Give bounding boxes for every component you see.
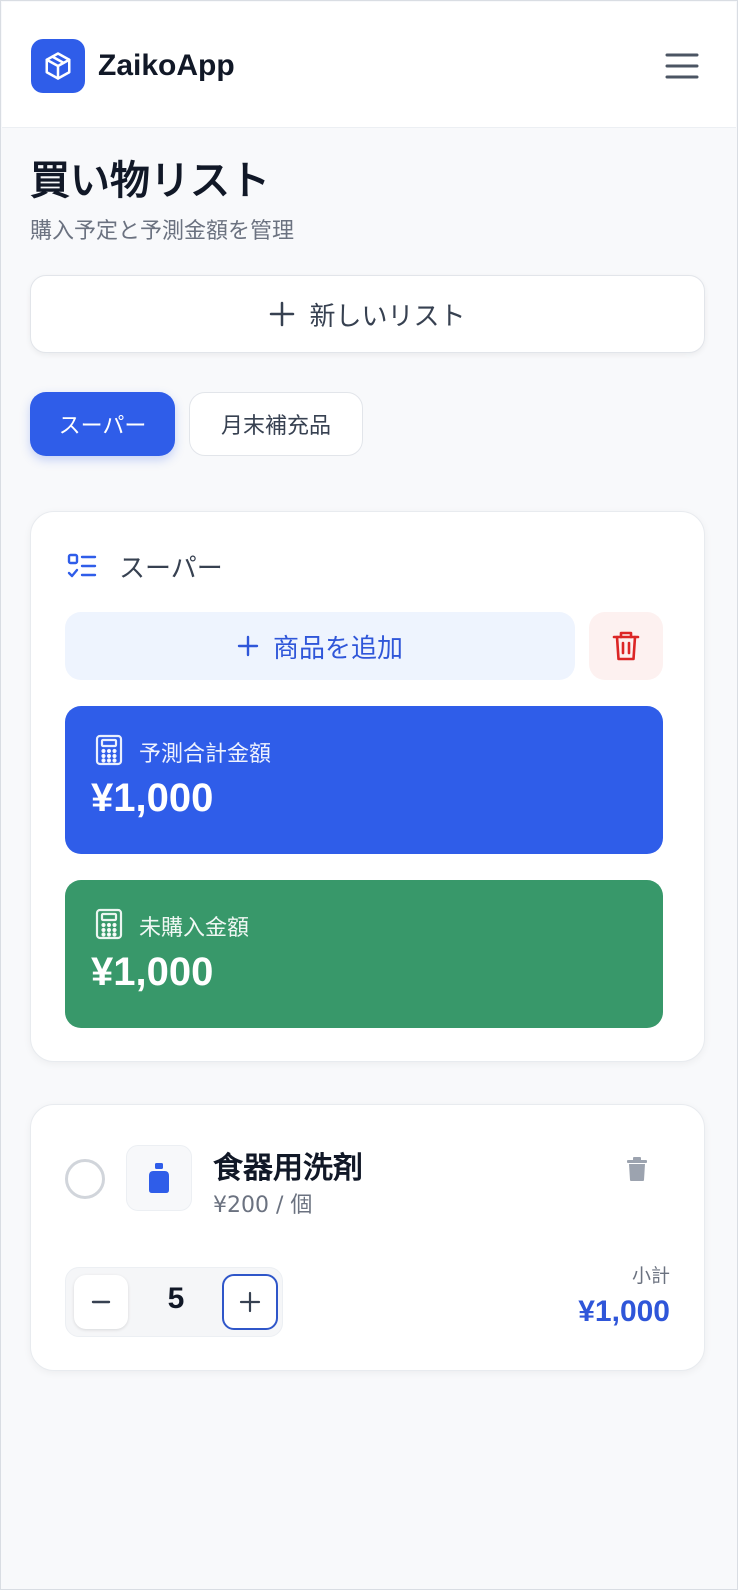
trash-icon xyxy=(627,1157,647,1181)
quantity-stepper: 5 xyxy=(65,1267,283,1337)
list-item: 食器用洗剤 ¥200 / 個 5 小計 ¥1,000 xyxy=(30,1104,705,1371)
add-item-button[interactable]: 商品を追加 xyxy=(65,612,575,680)
predicted-total-value: ¥1,000 xyxy=(91,776,214,820)
plus-icon xyxy=(270,301,295,327)
box-icon xyxy=(45,52,71,80)
tab-monthly-restock[interactable]: 月末補充品 xyxy=(189,392,363,456)
unpurchased-total-value: ¥1,000 xyxy=(91,950,214,994)
predicted-total-card: 予測合計金額 ¥1,000 xyxy=(65,706,663,854)
hamburger-menu-icon xyxy=(665,53,699,79)
app-frame: ZaikoApp 買い物リスト 購入予定と予測金額を管理 新しいリスト スーパー… xyxy=(0,0,738,1590)
item-unit-price: ¥200 / 個 xyxy=(213,1193,313,1218)
new-list-button[interactable]: 新しいリスト xyxy=(30,275,705,353)
app-name: ZaikoApp xyxy=(98,49,235,82)
add-item-label: 商品を追加 xyxy=(272,633,403,664)
item-name: 食器用洗剤 xyxy=(213,1151,363,1186)
tab-supermarket[interactable]: スーパー xyxy=(30,392,175,456)
calculator-icon xyxy=(95,734,123,766)
list-tabs: スーパー 月末補充品 xyxy=(30,392,363,456)
predicted-total-label: 予測合計金額 xyxy=(139,742,272,767)
page-subtitle: 購入予定と予測金額を管理 xyxy=(30,219,295,244)
subtotal-value: ¥1,000 xyxy=(578,1295,670,1328)
detergent-bottle-icon xyxy=(149,1163,169,1193)
item-thumbnail xyxy=(126,1145,192,1211)
plus-icon xyxy=(237,635,259,657)
plus-icon xyxy=(239,1291,261,1313)
delete-item-button[interactable] xyxy=(619,1151,655,1187)
list-header: スーパー xyxy=(67,548,223,585)
checklist-icon xyxy=(67,553,97,577)
list-name: スーパー xyxy=(119,554,223,584)
trash-icon xyxy=(612,631,640,661)
calculator-icon xyxy=(95,908,123,940)
quantity-value[interactable]: 5 xyxy=(146,1282,206,1316)
item-checkbox[interactable] xyxy=(65,1159,105,1199)
menu-button[interactable] xyxy=(664,48,700,84)
app-logo[interactable] xyxy=(31,39,85,93)
delete-list-button[interactable] xyxy=(589,612,663,680)
new-list-label: 新しいリスト xyxy=(309,301,466,332)
subtotal-label: 小計 xyxy=(631,1265,670,1287)
shopping-list-card: スーパー 商品を追加 予測合計金額 ¥1,000 未購入金額 ¥1,000 xyxy=(30,511,705,1062)
app-header: ZaikoApp xyxy=(2,2,736,128)
increase-quantity-button[interactable] xyxy=(222,1274,278,1330)
minus-icon xyxy=(91,1300,111,1304)
unpurchased-total-label: 未購入金額 xyxy=(139,916,250,941)
unpurchased-total-card: 未購入金額 ¥1,000 xyxy=(65,880,663,1028)
decrease-quantity-button[interactable] xyxy=(74,1275,128,1329)
page-title: 買い物リスト xyxy=(30,158,270,204)
